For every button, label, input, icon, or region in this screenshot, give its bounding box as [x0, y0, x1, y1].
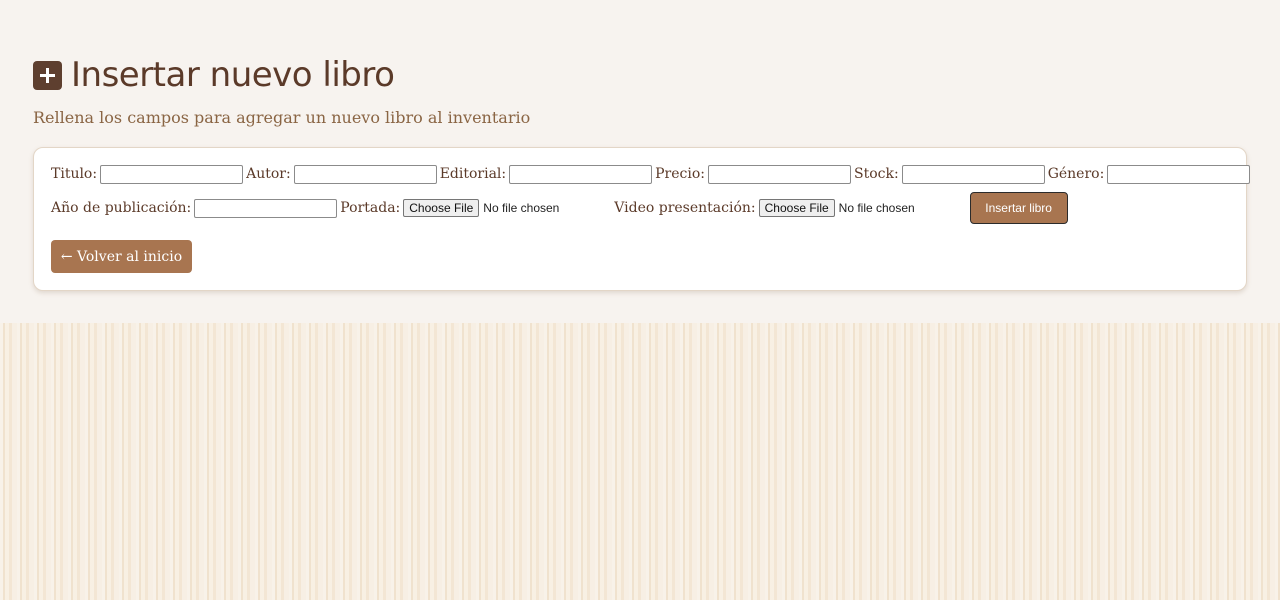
portada-file-input: Choose File No file chosen	[403, 199, 614, 217]
video-label: Video presentación:	[614, 200, 756, 216]
autor-label: Autor:	[246, 166, 291, 182]
editorial-input[interactable]	[509, 164, 653, 184]
titulo-input[interactable]	[100, 164, 244, 184]
video-file-input: Choose File No file chosen	[758, 199, 970, 217]
form-row-main: Titulo: Autor: Editorial: Precio: Stock:…	[51, 163, 1253, 185]
insert-book-form: Titulo: Autor: Editorial: Precio: Stock:…	[33, 147, 1251, 291]
portada-file-status: No file chosen	[483, 201, 560, 215]
portada-choose-file-button[interactable]: Choose File	[403, 199, 480, 217]
back-home-button[interactable]: ← Volver al inicio	[51, 240, 192, 273]
form-row-secondary: Año de publicación: Portada: Choose File…	[51, 191, 1068, 225]
anio-input[interactable]	[194, 198, 338, 218]
title-row: Insertar nuevo libro	[33, 55, 395, 95]
portada-label: Portada:	[340, 200, 401, 216]
precio-input[interactable]	[708, 164, 851, 184]
page-subtitle: Rellena los campos para agregar un nuevo…	[33, 108, 531, 127]
page-title: Insertar nuevo libro	[71, 55, 395, 95]
stock-input[interactable]	[901, 164, 1045, 184]
autor-input[interactable]	[293, 164, 437, 184]
genero-label: Género:	[1047, 166, 1105, 182]
video-file-status: No file chosen	[838, 201, 915, 215]
stock-label: Stock:	[854, 166, 899, 182]
plus-square-icon	[33, 60, 62, 90]
video-choose-file-button[interactable]: Choose File	[758, 199, 835, 217]
precio-label: Precio:	[655, 166, 705, 182]
genero-input[interactable]	[1107, 164, 1251, 184]
titulo-label: Titulo:	[51, 166, 98, 182]
insert-book-button[interactable]: Insertar libro	[969, 192, 1068, 224]
anio-label: Año de publicación:	[51, 200, 192, 216]
editorial-label: Editorial:	[439, 166, 507, 182]
